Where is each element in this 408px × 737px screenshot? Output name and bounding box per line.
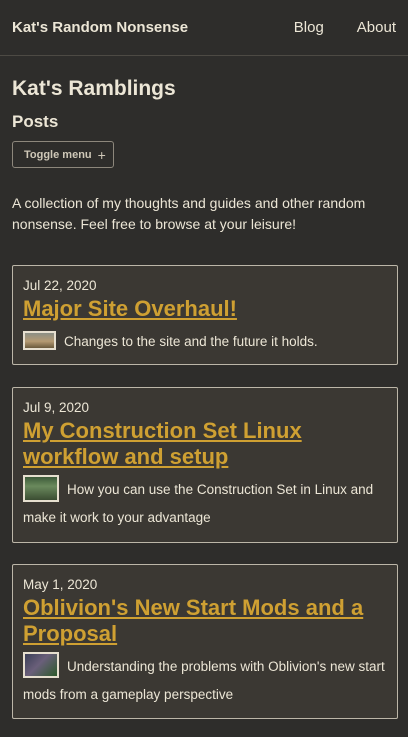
post-description: How you can use the Construction Set in … [23,474,386,532]
post-card: May 1, 2020 Oblivion's New Start Mods an… [12,564,398,719]
post-description-text: Understanding the problems with Oblivion… [23,659,385,702]
post-card: Jul 22, 2020 Major Site Overhaul! Change… [12,265,398,365]
post-description: Changes to the site and the future it ho… [23,328,386,356]
main-content: Kat's Ramblings Posts Toggle menu + A co… [0,76,408,235]
post-description: Understanding the problems with Oblivion… [23,652,386,709]
site-title-link[interactable]: Kat's Random Nonsense [12,19,188,36]
post-title-link[interactable]: Major Site Overhaul! [23,296,386,322]
intro-text: A collection of my thoughts and guides a… [12,195,366,232]
toggle-menu-button[interactable]: Toggle menu + [12,141,114,168]
site-header: Kat's Random Nonsense Blog About [0,0,408,56]
post-thumbnail [23,652,59,679]
top-nav: Blog About [261,19,396,36]
post-title-link[interactable]: Oblivion's New Start Mods and a Proposal [23,595,386,647]
post-description-text: How you can use the Construction Set in … [23,482,374,525]
post-title-link[interactable]: My Construction Set Linux workflow and s… [23,418,386,470]
post-date: May 1, 2020 [23,577,98,592]
nav-link-blog[interactable]: Blog [294,19,324,36]
posts-heading: Posts [12,112,59,131]
post-description-text: Changes to the site and the future it ho… [64,334,318,349]
nav-link-about[interactable]: About [357,19,396,36]
post-thumbnail [23,474,59,502]
toggle-menu-label: Toggle menu [24,148,92,161]
plus-icon: + [97,146,106,163]
post-date: Jul 9, 2020 [23,400,90,415]
post-thumbnail [23,330,56,350]
post-date: Jul 22, 2020 [23,278,97,293]
page-title: Kat's Ramblings [12,77,176,100]
post-card: Jul 9, 2020 My Construction Set Linux wo… [12,387,398,543]
